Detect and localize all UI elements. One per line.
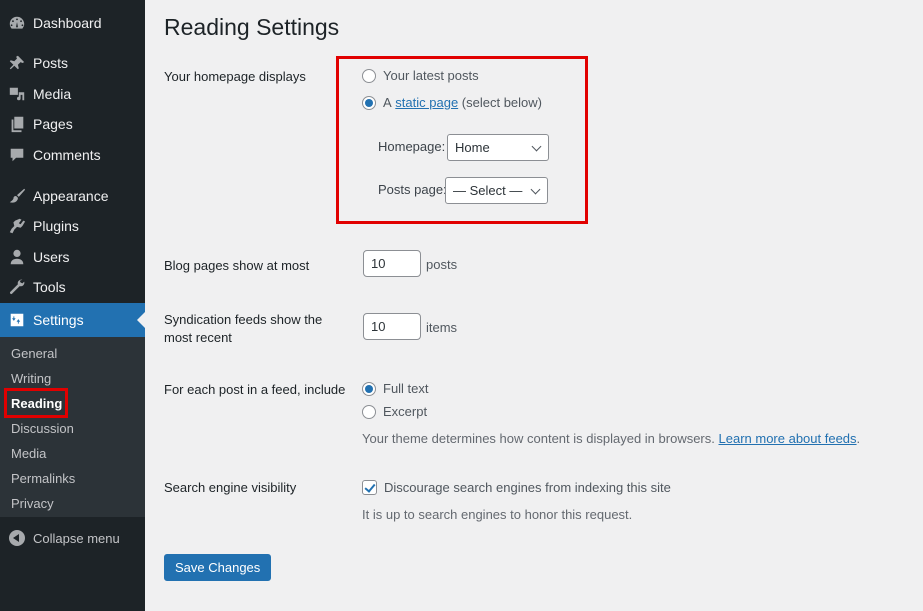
syndication-label: Syndication feeds show the most recent <box>164 311 322 347</box>
menu-label: Appearance <box>33 188 109 204</box>
chevron-down-icon <box>530 184 541 195</box>
radio-button[interactable] <box>362 404 376 419</box>
syndication-label-line2: most recent <box>164 330 232 345</box>
menu-label: Tools <box>33 279 66 295</box>
posts-page-select-label: Posts page: <box>378 182 447 197</box>
current-menu-arrow <box>137 312 145 328</box>
feed-include-label: For each post in a feed, include <box>164 382 346 397</box>
menu-item-users[interactable]: Users <box>0 240 145 274</box>
submenu-permalinks[interactable]: Permalinks <box>11 471 75 486</box>
collapse-label: Collapse menu <box>33 530 120 546</box>
radio-full-text[interactable]: Full text <box>362 381 429 396</box>
submenu-privacy[interactable]: Privacy <box>11 496 54 511</box>
page-title: Reading Settings <box>164 14 340 40</box>
feed-description: Your theme determines how content is dis… <box>362 431 860 446</box>
menu-item-tools[interactable]: Tools <box>0 270 145 304</box>
menu-label: Comments <box>33 147 101 163</box>
menu-item-media[interactable]: Media <box>0 77 145 111</box>
homepage-select-label: Homepage: <box>378 139 446 154</box>
collapse-icon <box>9 530 25 546</box>
menu-label: Posts <box>33 55 69 71</box>
discourage-search-checkbox[interactable] <box>362 480 377 495</box>
menu-item-appearance[interactable]: Appearance <box>0 179 145 213</box>
reading-highlight-box <box>4 388 68 418</box>
menu-label: Settings <box>33 312 84 328</box>
radio-button-checked[interactable] <box>362 381 376 396</box>
pages-icon <box>7 114 27 134</box>
paintbrush-icon <box>7 186 27 206</box>
radio-label-suffix: (select below) <box>461 95 542 110</box>
radio-button-checked[interactable] <box>362 95 376 110</box>
radio-label: Full text <box>383 381 429 396</box>
menu-item-pages[interactable]: Pages <box>0 107 145 141</box>
chevron-down-icon <box>531 141 542 152</box>
homepage-select-value: Home <box>455 140 490 155</box>
radio-button[interactable] <box>362 68 376 83</box>
syndication-label-line1: Syndication feeds show the <box>164 312 323 327</box>
wrench-icon <box>7 277 27 297</box>
menu-label: Plugins <box>33 218 79 234</box>
syndication-input[interactable]: 10 <box>363 313 421 340</box>
settings-submenu: General Writing Reading Discussion Media… <box>0 337 145 517</box>
plugin-icon <box>7 216 27 236</box>
static-page-link[interactable]: static page <box>395 95 458 110</box>
radio-excerpt[interactable]: Excerpt <box>362 404 427 419</box>
syndication-unit: items <box>426 320 458 335</box>
blog-pages-label: Blog pages show at most <box>164 258 310 273</box>
submenu-general[interactable]: General <box>11 346 57 361</box>
search-visibility-description: It is up to search engines to honor this… <box>362 507 633 522</box>
posts-page-select-value: — Select — <box>453 183 523 198</box>
menu-item-posts[interactable]: Posts <box>0 46 145 80</box>
radio-label: Excerpt <box>383 404 428 419</box>
menu-label: Media <box>33 86 72 102</box>
pin-icon <box>7 53 27 73</box>
comments-icon <box>7 145 27 165</box>
dashboard-icon <box>7 13 27 33</box>
radio-label-prefix: A <box>383 95 392 110</box>
menu-label: Users <box>33 249 70 265</box>
posts-page-select[interactable]: — Select — <box>445 177 548 204</box>
main-content: Reading Settings Your homepage displays … <box>145 0 923 611</box>
submenu-writing[interactable]: Writing <box>11 371 51 386</box>
submenu-media[interactable]: Media <box>11 446 46 461</box>
admin-sidebar: Dashboard Posts Media Pages Comments App… <box>0 0 145 611</box>
homepage-select[interactable]: Home <box>447 134 549 161</box>
collapse-menu-button[interactable]: Collapse menu <box>0 522 145 554</box>
blog-pages-input[interactable]: 10 <box>363 250 421 277</box>
menu-item-settings[interactable]: Settings <box>0 303 145 337</box>
menu-label: Pages <box>33 116 73 132</box>
checkbox-label: Discourage search engines from indexing … <box>384 480 671 495</box>
menu-item-plugins[interactable]: Plugins <box>0 209 145 243</box>
radio-static-page[interactable]: A static page (select below) <box>362 95 542 110</box>
submenu-discussion[interactable]: Discussion <box>11 421 74 436</box>
save-changes-button[interactable]: Save Changes <box>164 554 272 581</box>
menu-label: Dashboard <box>33 15 102 31</box>
radio-label: Your latest posts <box>383 68 479 83</box>
user-icon <box>7 247 27 267</box>
search-visibility-label: Search engine visibility <box>164 480 297 495</box>
menu-item-dashboard[interactable]: Dashboard <box>0 6 145 40</box>
homepage-displays-label: Your homepage displays <box>164 69 306 84</box>
blog-pages-unit: posts <box>426 257 458 272</box>
menu-item-comments[interactable]: Comments <box>0 138 145 172</box>
settings-icon <box>7 310 27 330</box>
feed-description-text: Your theme determines how content is dis… <box>362 431 715 446</box>
period: . <box>856 431 861 446</box>
learn-more-feeds-link[interactable]: Learn more about feeds <box>719 431 857 446</box>
radio-latest-posts[interactable]: Your latest posts <box>362 68 479 83</box>
media-icon <box>7 84 27 104</box>
discourage-search-checkbox-row[interactable]: Discourage search engines from indexing … <box>362 480 671 495</box>
